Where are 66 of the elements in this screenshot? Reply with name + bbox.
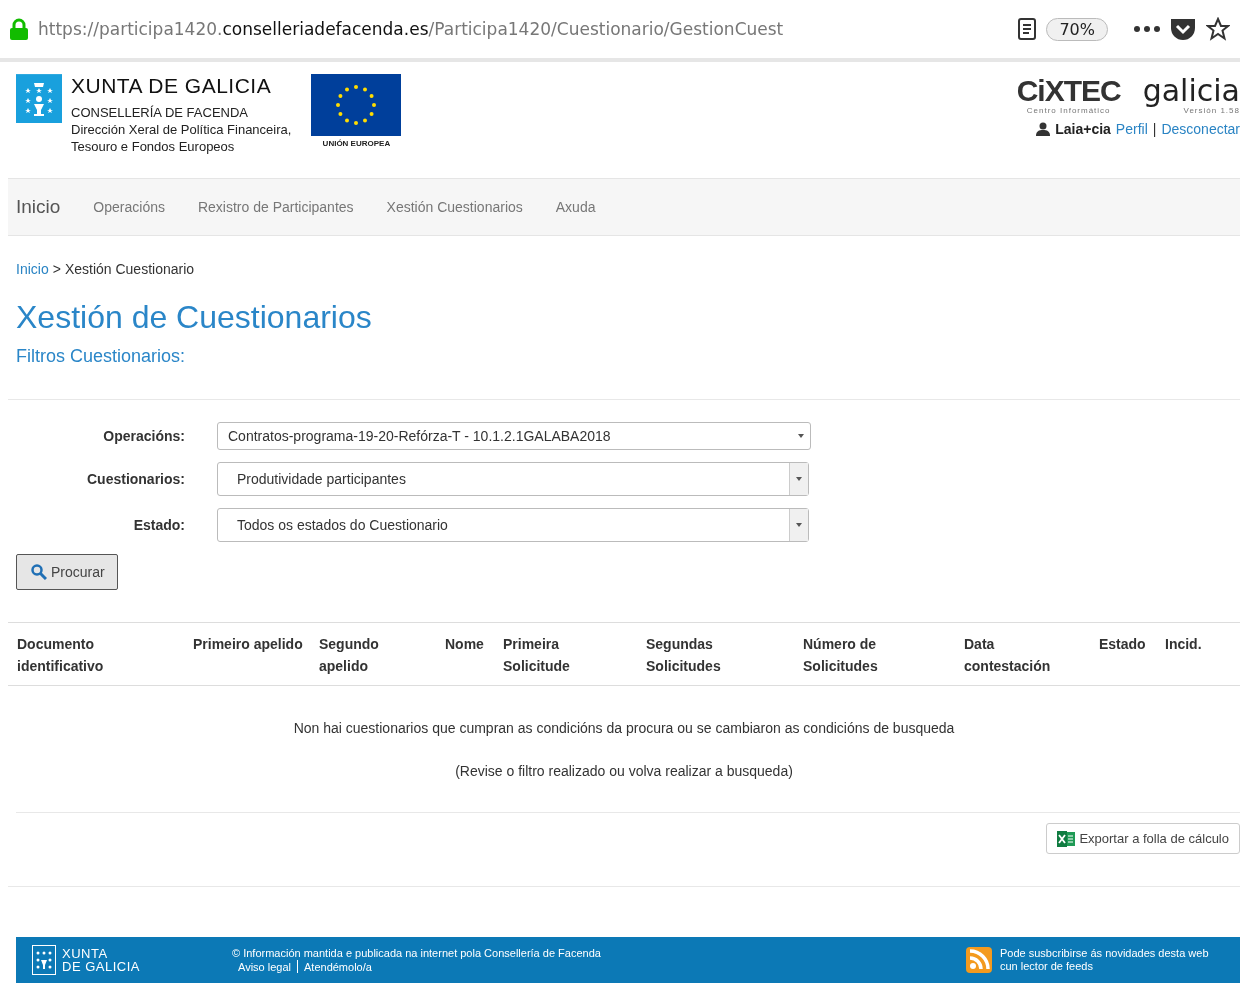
nav-item[interactable]: Xestión Cuestionarios bbox=[386, 199, 523, 215]
eu-label: UNIÓN EUROPEA bbox=[321, 139, 392, 148]
lock-icon bbox=[10, 18, 28, 40]
version-label: Versión 1.58 bbox=[1183, 106, 1240, 115]
empty-message: (Revise o filtro realizado ou volva realizar a busqueda) bbox=[455, 763, 793, 779]
footer-link[interactable]: Atendémolo/a bbox=[304, 960, 372, 974]
spreadsheet-icon bbox=[1057, 830, 1076, 847]
search-button[interactable]: Procurar bbox=[16, 554, 118, 590]
footer-notice: © Información mantida e publicada na internet pola Consellería de Facenda bbox=[232, 946, 602, 960]
url-field[interactable]: https://participa1420.conselleriadefacenda.es/Participa1420/Cuestionario/GestionCuest bbox=[38, 19, 1009, 39]
dropdown-field[interactable]: Todos os estados do Cuestionario bbox=[217, 508, 809, 542]
footer-link[interactable]: Aviso legal bbox=[238, 960, 291, 974]
section-subtitle: Filtros Cuestionarios: bbox=[16, 346, 187, 367]
link-separator: | bbox=[1152, 121, 1157, 137]
export-button[interactable]: Exportar a folla de cálculo bbox=[1046, 823, 1240, 854]
caret-icon bbox=[796, 477, 802, 481]
cixtec-logo: CiXTEC bbox=[1016, 76, 1121, 106]
eu-flag-icon bbox=[311, 74, 402, 136]
galicia-logo: galicia bbox=[1142, 76, 1240, 106]
reader-view-icon[interactable] bbox=[1018, 18, 1037, 40]
column-header: Primeiro apelido bbox=[193, 635, 304, 654]
footer-logo-text: XUNTA bbox=[62, 947, 109, 960]
column-header: Primeira Solicitude bbox=[503, 635, 571, 676]
breadcrumb-link[interactable]: Inicio bbox=[16, 261, 49, 277]
caret-icon bbox=[798, 434, 804, 438]
column-header: Número de Solicitudes bbox=[803, 635, 879, 676]
caret-icon bbox=[796, 523, 802, 527]
empty-message: Non hai cuestionarios que cumpran as condicións da procura ou se cambiaron as condicións de busqueda bbox=[293, 720, 955, 736]
filter-label: Cuestionarios: bbox=[86, 471, 185, 487]
nav-item[interactable]: Inicio bbox=[16, 196, 61, 218]
coat-of-arms-icon bbox=[16, 74, 62, 124]
filter-label: Estado: bbox=[132, 517, 185, 533]
user-name: Laia+cia bbox=[1055, 121, 1111, 137]
rss-icon[interactable] bbox=[966, 947, 992, 973]
column-header: Documento identificativo bbox=[17, 635, 105, 676]
breadcrumb-current: Xestión Cuestionario bbox=[64, 261, 195, 277]
more-icon[interactable] bbox=[1134, 26, 1160, 32]
dropdown-field[interactable]: Contratos-programa-19-20-Refórza-T - 10.1.2.1GALABA2018 bbox=[217, 422, 811, 450]
logo-subtitle: Centro Informático bbox=[1026, 106, 1111, 115]
nav-item[interactable]: Axuda bbox=[555, 199, 596, 215]
column-header: Estado bbox=[1099, 635, 1147, 654]
column-header: Nome bbox=[445, 635, 485, 654]
star-icon[interactable] bbox=[1206, 17, 1230, 41]
column-header: Segundas Solicitudes bbox=[646, 635, 722, 676]
dropdown-field[interactable]: Produtividade participantes bbox=[217, 462, 809, 496]
department-line: Dirección Xeral de Política Financeira, bbox=[71, 121, 292, 138]
department-line: CONSELLERÍA DE FACENDA bbox=[71, 104, 249, 121]
page-title: Xestión de Cuestionarios bbox=[16, 299, 373, 336]
nav-item[interactable]: Rexistro de Participantes bbox=[197, 199, 354, 215]
breadcrumb-separator: > bbox=[52, 261, 61, 277]
filter-label: Operacións: bbox=[102, 428, 185, 444]
organisation-name: XUNTA DE GALICIA bbox=[71, 74, 273, 98]
nav-item[interactable]: Operacións bbox=[93, 199, 165, 215]
column-header: Incid. bbox=[1165, 635, 1203, 654]
coat-of-arms-icon bbox=[32, 945, 56, 975]
user-icon bbox=[1036, 122, 1051, 136]
footer-logo-text: DE GALICIA bbox=[62, 960, 140, 973]
column-header: Data contestación bbox=[964, 635, 1052, 676]
pocket-icon[interactable] bbox=[1170, 17, 1196, 41]
department-line: Tesouro e Fondos Europeos bbox=[71, 138, 236, 155]
header-link[interactable]: Perfil bbox=[1115, 121, 1148, 137]
search-icon bbox=[31, 564, 47, 580]
header-link[interactable]: Desconectar bbox=[1161, 121, 1240, 137]
column-header: Segundo apelido bbox=[319, 635, 380, 676]
zoom-level[interactable]: 70% bbox=[1046, 17, 1108, 41]
rss-text: Pode susbcribirse ás novidades desta web cun lector de feeds bbox=[1000, 947, 1210, 973]
